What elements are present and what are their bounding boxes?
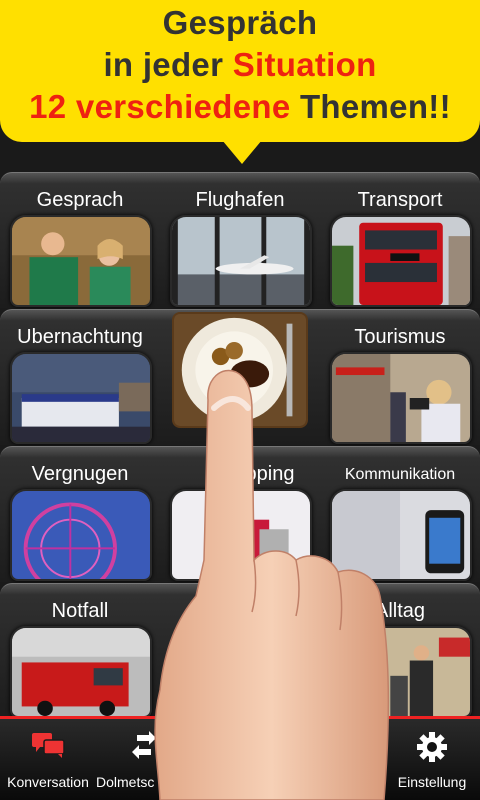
tile-transport[interactable]: Transport bbox=[320, 173, 480, 309]
food-photo bbox=[172, 312, 308, 428]
airport-photo bbox=[170, 215, 312, 307]
tile-shopping[interactable]: pping bbox=[160, 447, 320, 583]
tile-label: pping bbox=[245, 463, 295, 485]
tile-flughafen[interactable]: Flughafen bbox=[160, 173, 320, 309]
topic-row-3: Vergnugen pping Kommunikation bbox=[0, 446, 480, 582]
tile-label: Flughafen bbox=[195, 189, 285, 211]
smartphone-photo bbox=[330, 489, 472, 581]
banner-line-2: in jeder Situation bbox=[103, 46, 377, 83]
tab-label: Dolmetsc bbox=[96, 774, 155, 790]
chat-bubbles-icon bbox=[30, 731, 66, 764]
tile-notfall[interactable]: Notfall bbox=[0, 584, 160, 720]
promo-banner: Gespräch in jeder Situation 12 verschied… bbox=[0, 0, 480, 164]
tab-einstellung[interactable]: Einstellung bbox=[384, 719, 480, 800]
topic-row-4: Notfall Alltag bbox=[0, 583, 480, 719]
tab-label: Konversation bbox=[7, 774, 89, 790]
bottom-navigation-bar: Konversation Dolmetsc Einstellung bbox=[0, 716, 480, 800]
tab-konversation[interactable]: Konversation bbox=[0, 719, 96, 800]
hotel-room-photo bbox=[10, 352, 152, 444]
gear-icon bbox=[416, 731, 448, 768]
tile-label: Tourismus bbox=[354, 326, 446, 348]
tile-kommunikation[interactable]: Kommunikation bbox=[320, 447, 480, 583]
ferris-wheel-photo bbox=[10, 489, 152, 581]
tourist-photo bbox=[330, 352, 472, 444]
shopping-photo bbox=[170, 489, 312, 581]
tab-dolmetscher[interactable]: Dolmetsc bbox=[96, 719, 192, 800]
tile-gesprach[interactable]: Gesprach bbox=[0, 173, 160, 309]
tile-label: Gesprach bbox=[36, 189, 124, 211]
tile-label: Kommunikation bbox=[344, 466, 456, 483]
tile-hidden[interactable] bbox=[160, 584, 320, 720]
topic-row-1: Gesprach Flughafen Transport bbox=[0, 172, 480, 308]
tab-label: Einstellung bbox=[397, 774, 467, 790]
tile-label: Transport bbox=[357, 189, 443, 211]
tile-label: Notfall bbox=[51, 600, 109, 622]
conversation-photo bbox=[10, 215, 152, 307]
banner-line-1: Gespräch bbox=[162, 4, 318, 41]
tile-alltag[interactable]: Alltag bbox=[320, 584, 480, 720]
swap-arrows-icon bbox=[131, 731, 157, 768]
street-photo bbox=[330, 626, 472, 718]
tile-vergnugen[interactable]: Vergnugen bbox=[0, 447, 160, 583]
tile-ubernachtung[interactable]: Ubernachtung bbox=[0, 310, 160, 446]
tile-label: Ubernachtung bbox=[17, 326, 143, 348]
tile-label: Vergnugen bbox=[31, 463, 129, 485]
tile-tourismus[interactable]: Tourismus bbox=[320, 310, 480, 446]
ambulance-photo bbox=[10, 626, 152, 718]
banner-line-3: 12 verschiedene Themen!! bbox=[29, 88, 451, 125]
bus-photo bbox=[330, 215, 472, 307]
tile-label: Alltag bbox=[374, 600, 426, 622]
